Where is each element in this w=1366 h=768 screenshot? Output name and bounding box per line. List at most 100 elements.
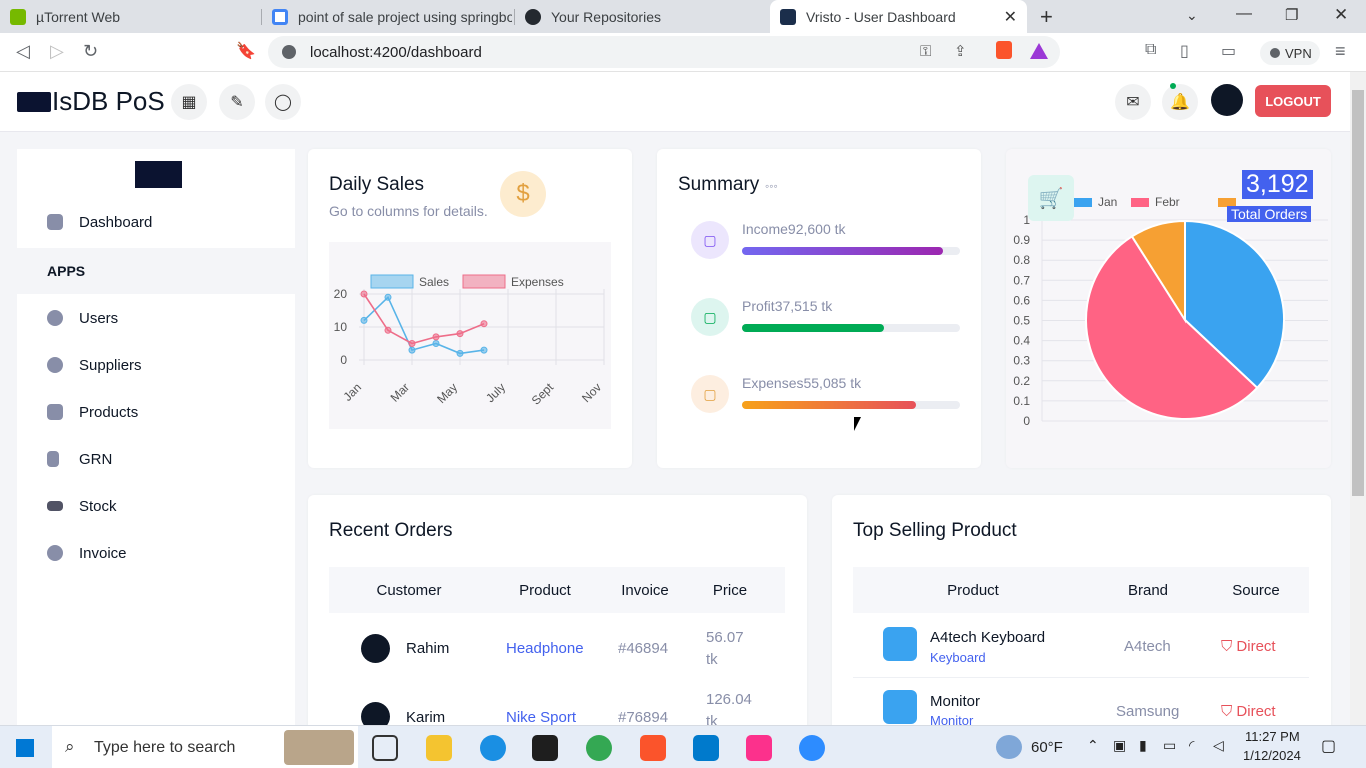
x-tick-label: Sept <box>529 380 557 408</box>
reload-icon[interactable]: ↻ <box>83 41 98 62</box>
page-scrollbar[interactable] <box>1350 72 1366 725</box>
sidebar-item-suppliers[interactable]: Suppliers <box>17 343 295 387</box>
chevron-down-icon[interactable]: ⌄ <box>1186 7 1198 24</box>
sidebar-section-apps: APPS <box>17 248 295 294</box>
browser-tab[interactable]: point of sale project using springboot <box>262 0 512 33</box>
y-tick-label: 0.4 <box>1013 334 1030 348</box>
link-icon: ⛉ <box>1221 703 1237 720</box>
volume-icon[interactable]: ◁ <box>1213 737 1224 754</box>
data-point <box>408 340 416 347</box>
price-amount: 126.04 <box>706 691 752 708</box>
sidebar-item-dashboard[interactable]: Dashboard <box>17 200 295 244</box>
edit-icon[interactable]: ✎ <box>219 84 255 120</box>
terminal-icon[interactable] <box>532 735 558 761</box>
edge-icon[interactable] <box>480 735 506 761</box>
wallet-icon[interactable]: ▭ <box>1221 41 1236 61</box>
file-explorer-icon[interactable] <box>426 735 452 761</box>
bell-icon[interactable]: 🔔 <box>1162 84 1198 120</box>
summary-value: 37,515 tk <box>774 298 833 314</box>
y-tick-label: 20 <box>334 287 348 301</box>
y-tick-label: 0.5 <box>1013 314 1030 328</box>
invoice-number: #76894 <box>618 709 669 726</box>
forward-icon[interactable]: ▷ <box>50 41 64 62</box>
product-link[interactable]: Headphone <box>506 640 584 657</box>
sidebar-item-products[interactable]: Products <box>17 390 295 434</box>
clock-date[interactable]: 1/12/2024 <box>1243 748 1301 763</box>
browser-tab-active[interactable]: Vristo - User Dashboard ✕ <box>770 0 1027 33</box>
brand-name[interactable]: IsDB PoS <box>52 86 165 117</box>
calendar-icon[interactable]: ▦ <box>171 84 207 120</box>
clock-time[interactable]: 11:27 PM <box>1245 729 1300 744</box>
site-info-icon[interactable] <box>282 45 296 59</box>
brave-shield-icon[interactable] <box>996 41 1012 59</box>
microphone-icon[interactable]: ▮ <box>1139 737 1147 754</box>
product-category[interactable]: Keyboard <box>930 650 986 665</box>
brave-icon[interactable] <box>640 735 666 761</box>
menu-icon[interactable]: ≡ <box>1335 41 1346 62</box>
address-bar[interactable]: localhost:4200/dashboard ⚿ ⇪ <box>268 36 1060 68</box>
close-window-icon[interactable]: ✕ <box>1334 5 1348 25</box>
chat-icon[interactable]: ◯ <box>265 84 301 120</box>
browser-tab[interactable]: µTorrent Web <box>0 0 258 33</box>
sidebar-item-invoice[interactable]: Invoice <box>17 531 295 575</box>
taskbar-search-box[interactable]: ⌕ Type here to search <box>52 726 358 768</box>
sidebar-item-users[interactable]: Users <box>17 296 295 340</box>
y-tick-label: 10 <box>334 320 348 334</box>
summary-value: 92,600 tk <box>787 221 846 237</box>
scrollbar-thumb[interactable] <box>1352 90 1364 496</box>
sidebar-logo <box>135 161 182 188</box>
chrome-icon[interactable] <box>586 735 612 761</box>
y-tick-label: 0.8 <box>1013 253 1030 267</box>
browser-tab[interactable]: Your Repositories <box>515 0 767 33</box>
notifications-icon[interactable]: ▢ <box>1321 736 1336 756</box>
extensions-icon[interactable]: ⧉ <box>1145 41 1156 59</box>
restore-icon[interactable]: ❐ <box>1285 6 1298 24</box>
tray-chevron-icon[interactable]: ⌃ <box>1087 737 1099 754</box>
more-icon[interactable]: ◦◦◦ <box>765 179 778 193</box>
mail-icon[interactable]: ✉ <box>1115 84 1151 120</box>
share-icon[interactable]: ⇪ <box>954 42 967 60</box>
windows-start-icon[interactable] <box>16 739 34 757</box>
progress-track <box>742 247 960 255</box>
summary-income-icon: ▢ <box>691 221 729 259</box>
weather-temp[interactable]: 60°F <box>1031 739 1063 756</box>
github-icon <box>525 8 541 25</box>
back-icon[interactable]: ◁ <box>16 41 30 62</box>
table-header: Customer Product Invoice Price <box>329 567 785 613</box>
minimize-icon[interactable]: — <box>1236 5 1252 23</box>
vpn-button[interactable]: VPN <box>1260 41 1320 65</box>
sidebar-icon[interactable]: ▯ <box>1180 41 1189 61</box>
series-line <box>363 295 485 355</box>
series-line <box>363 293 485 345</box>
sidebar-item-grn[interactable]: GRN <box>17 437 295 481</box>
user-avatar-icon[interactable] <box>1211 84 1243 116</box>
bookmark-icon[interactable]: 🔖 <box>236 41 256 61</box>
product-category[interactable]: Monitor <box>930 713 973 725</box>
task-view-icon[interactable] <box>372 735 398 761</box>
sidebar-item-label: Invoice <box>79 544 127 562</box>
total-orders-card: 0 0.1 0.2 0.3 0.4 0.5 0.6 0.7 0.8 0.9 1 Jan Febr 🛒 3… <box>1006 149 1331 468</box>
close-icon[interactable]: ✕ <box>1004 7 1017 27</box>
logout-button[interactable]: LOGOUT <box>1255 85 1331 117</box>
sidebar-item-stock[interactable]: Stock <box>17 484 295 528</box>
product-link[interactable]: Nike Sport <box>506 709 576 726</box>
legend-label: Jan <box>1098 195 1117 209</box>
y-tick-label: 0.7 <box>1013 273 1030 287</box>
wifi-icon[interactable]: ◜ <box>1189 737 1194 754</box>
data-point <box>432 340 440 347</box>
summary-expenses-icon: ▢ <box>691 375 729 413</box>
y-tick-label: 0.6 <box>1013 293 1030 307</box>
new-tab-button[interactable]: + <box>1040 4 1053 30</box>
device-icon[interactable]: ▣ <box>1113 737 1126 754</box>
zoom-icon[interactable] <box>799 735 825 761</box>
vscode-icon[interactable] <box>693 735 719 761</box>
intellij-icon[interactable] <box>746 735 772 761</box>
brand-logo[interactable] <box>17 92 51 112</box>
key-icon[interactable]: ⚿ <box>920 43 931 60</box>
weather-icon[interactable] <box>996 735 1022 759</box>
sidebar-item-label: Suppliers <box>79 356 142 374</box>
brave-rewards-icon[interactable] <box>1030 43 1048 59</box>
progress-track <box>742 401 960 409</box>
battery-icon[interactable]: ▭ <box>1163 737 1176 754</box>
source-text: Direct <box>1236 703 1276 720</box>
